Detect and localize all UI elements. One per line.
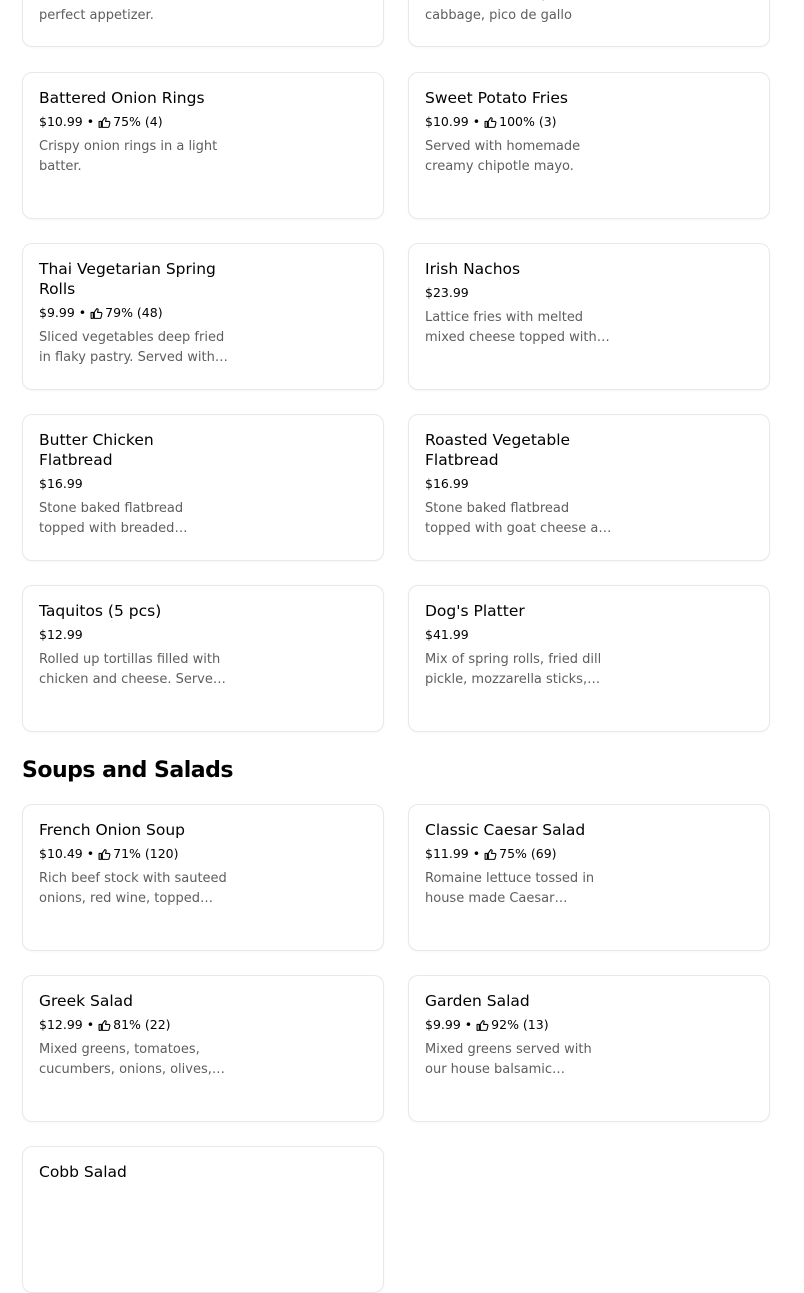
separator-dot: •: [464, 1017, 473, 1032]
item-rating: 100% (3): [499, 114, 557, 129]
item-meta: $12.99: [39, 627, 229, 643]
item-price: $9.99: [39, 305, 75, 320]
item-name: Battered Onion Rings: [39, 89, 205, 107]
menu-item-card[interactable]: Butter Chicken Flatbread $16.99 Stone ba…: [22, 414, 384, 561]
separator-dot: •: [78, 305, 87, 320]
item-price: $10.99: [39, 114, 83, 129]
item-meta: $9.99 • 92% (13): [425, 1017, 615, 1033]
item-description: Stone baked flatbread topped with breade…: [39, 501, 184, 536]
thumbs-up-icon: [98, 116, 111, 129]
item-description: Romaine lettuce tossed in house made Cae…: [425, 871, 595, 906]
menu-item-card[interactable]: Taquitos (5 pcs) $12.99 Rolled up tortil…: [22, 585, 384, 732]
item-meta: $16.99: [39, 476, 229, 492]
thumbs-up-icon: [484, 116, 497, 129]
thumbs-up-icon: [484, 848, 497, 861]
item-meta: $11.99 • 75% (69): [425, 846, 615, 862]
item-description: perfect appetizer.: [39, 8, 154, 23]
item-name: Irish Nachos: [425, 260, 521, 278]
item-name: Greek Salad: [39, 992, 133, 1010]
item-description: Rolled up tortillas filled with chicken …: [39, 652, 222, 687]
item-name: Thai Vegetarian Spring Rolls: [39, 260, 216, 298]
menu-item-card[interactable]: Irish Nachos $23.99 Lattice fries with m…: [408, 243, 770, 390]
item-price: $23.99: [425, 285, 469, 300]
item-name: French Onion Soup: [39, 821, 186, 839]
item-meta: $10.49 • 71% (120): [39, 846, 229, 862]
item-meta: $10.99 • 75% (4): [39, 114, 229, 130]
thumbs-up-icon: [476, 1019, 489, 1032]
item-description: Stone baked flatbread topped with goat c…: [425, 501, 615, 536]
separator-dot: •: [86, 846, 95, 861]
menu-item-card[interactable]: Dog's Platter $41.99 Mix of spring rolls…: [408, 585, 770, 732]
item-description: Lattice fries with melted mixed cheese t…: [425, 310, 597, 345]
menu-item-card[interactable]: Thai Vegetarian Spring Rolls $9.99 • 79% (…: [22, 243, 384, 390]
item-price: $41.99: [425, 627, 469, 642]
menu-item-card[interactable]: Classic Caesar Salad $11.99 • 75% (69) Rom…: [408, 804, 770, 951]
item-description: Beef battered fish, shredded cabbage, pi…: [425, 0, 611, 23]
item-price: $16.99: [39, 476, 83, 491]
item-price: $10.49: [39, 846, 83, 861]
item-meta: $12.99 • 81% (22): [39, 1017, 229, 1033]
separator-dot: •: [86, 1017, 95, 1032]
item-name: Cobb Salad: [39, 1163, 127, 1181]
item-rating: 75% (69): [499, 846, 557, 861]
menu-item-card[interactable]: Roasted Vegetable Flatbread $16.99 Stone…: [408, 414, 770, 561]
item-meta: $10.99 • 100% (3): [425, 114, 615, 130]
thumbs-up-icon: [98, 1019, 111, 1032]
menu-item-card[interactable]: perfect appetizer.: [22, 0, 384, 47]
item-price: $12.99: [39, 1017, 83, 1032]
item-price: $12.99: [39, 627, 83, 642]
item-description: Mixed greens served with our house balsa…: [425, 1042, 592, 1077]
item-description: Mixed greens, tomatoes, cucumbers, onion…: [39, 1042, 212, 1077]
item-description: Served with homemade creamy chipotle may…: [425, 139, 581, 174]
item-rating: 75% (4): [113, 114, 163, 129]
item-name: Classic Caesar Salad: [425, 821, 586, 839]
separator-dot: •: [472, 114, 481, 129]
item-price: $10.99: [425, 114, 469, 129]
item-description: Rich beef stock with sauteed onions, red…: [39, 871, 227, 906]
item-name: Garden Salad: [425, 992, 530, 1010]
thumbs-up-icon: [98, 848, 111, 861]
section-title: Soups and Salads: [22, 758, 233, 783]
item-name: Roasted Vegetable Flatbread: [425, 431, 571, 469]
thumbs-up-icon: [90, 307, 103, 320]
item-name: Taquitos (5 pcs): [39, 602, 162, 620]
item-meta: $23.99: [425, 285, 615, 301]
item-price: $11.99: [425, 846, 469, 861]
item-name: Dog's Platter: [425, 602, 525, 620]
menu-page: perfect appetizer. Beef battered fish, s…: [0, 0, 804, 1293]
separator-dot: •: [472, 846, 481, 861]
item-description: Mix of spring rolls, fried dill pickle, …: [425, 652, 602, 687]
item-rating: 79% (48): [105, 305, 163, 320]
item-rating: 81% (22): [113, 1017, 171, 1032]
item-description: Sliced vegetables deep fried in flaky pa…: [39, 330, 225, 365]
item-description: Crispy onion rings in a light batter.: [39, 139, 218, 174]
menu-item-card[interactable]: French Onion Soup $10.49 • 71% (120) Rich …: [22, 804, 384, 951]
item-name: Butter Chicken Flatbread: [39, 431, 154, 469]
item-name: Sweet Potato Fries: [425, 89, 569, 107]
separator-dot: •: [86, 114, 95, 129]
menu-item-card[interactable]: Battered Onion Rings $10.99 • 75% (4) Cris…: [22, 72, 384, 219]
menu-item-card[interactable]: Garden Salad $9.99 • 92% (13) Mixed greens…: [408, 975, 770, 1122]
item-price: $9.99: [425, 1017, 461, 1032]
item-meta: $16.99: [425, 476, 615, 492]
item-rating: 92% (13): [491, 1017, 549, 1032]
menu-item-card[interactable]: Cobb Salad: [22, 1146, 384, 1293]
item-meta: $9.99 • 79% (48): [39, 305, 229, 321]
item-price: $16.99: [425, 476, 469, 491]
menu-item-card[interactable]: Greek Salad $12.99 • 81% (22) Mixed greens…: [22, 975, 384, 1122]
menu-item-card[interactable]: Beef battered fish, shredded cabbage, pi…: [408, 0, 770, 47]
menu-item-card[interactable]: Sweet Potato Fries $10.99 • 100% (3) Serve…: [408, 72, 770, 219]
item-rating: 71% (120): [113, 846, 179, 861]
item-meta: $41.99: [425, 627, 615, 643]
